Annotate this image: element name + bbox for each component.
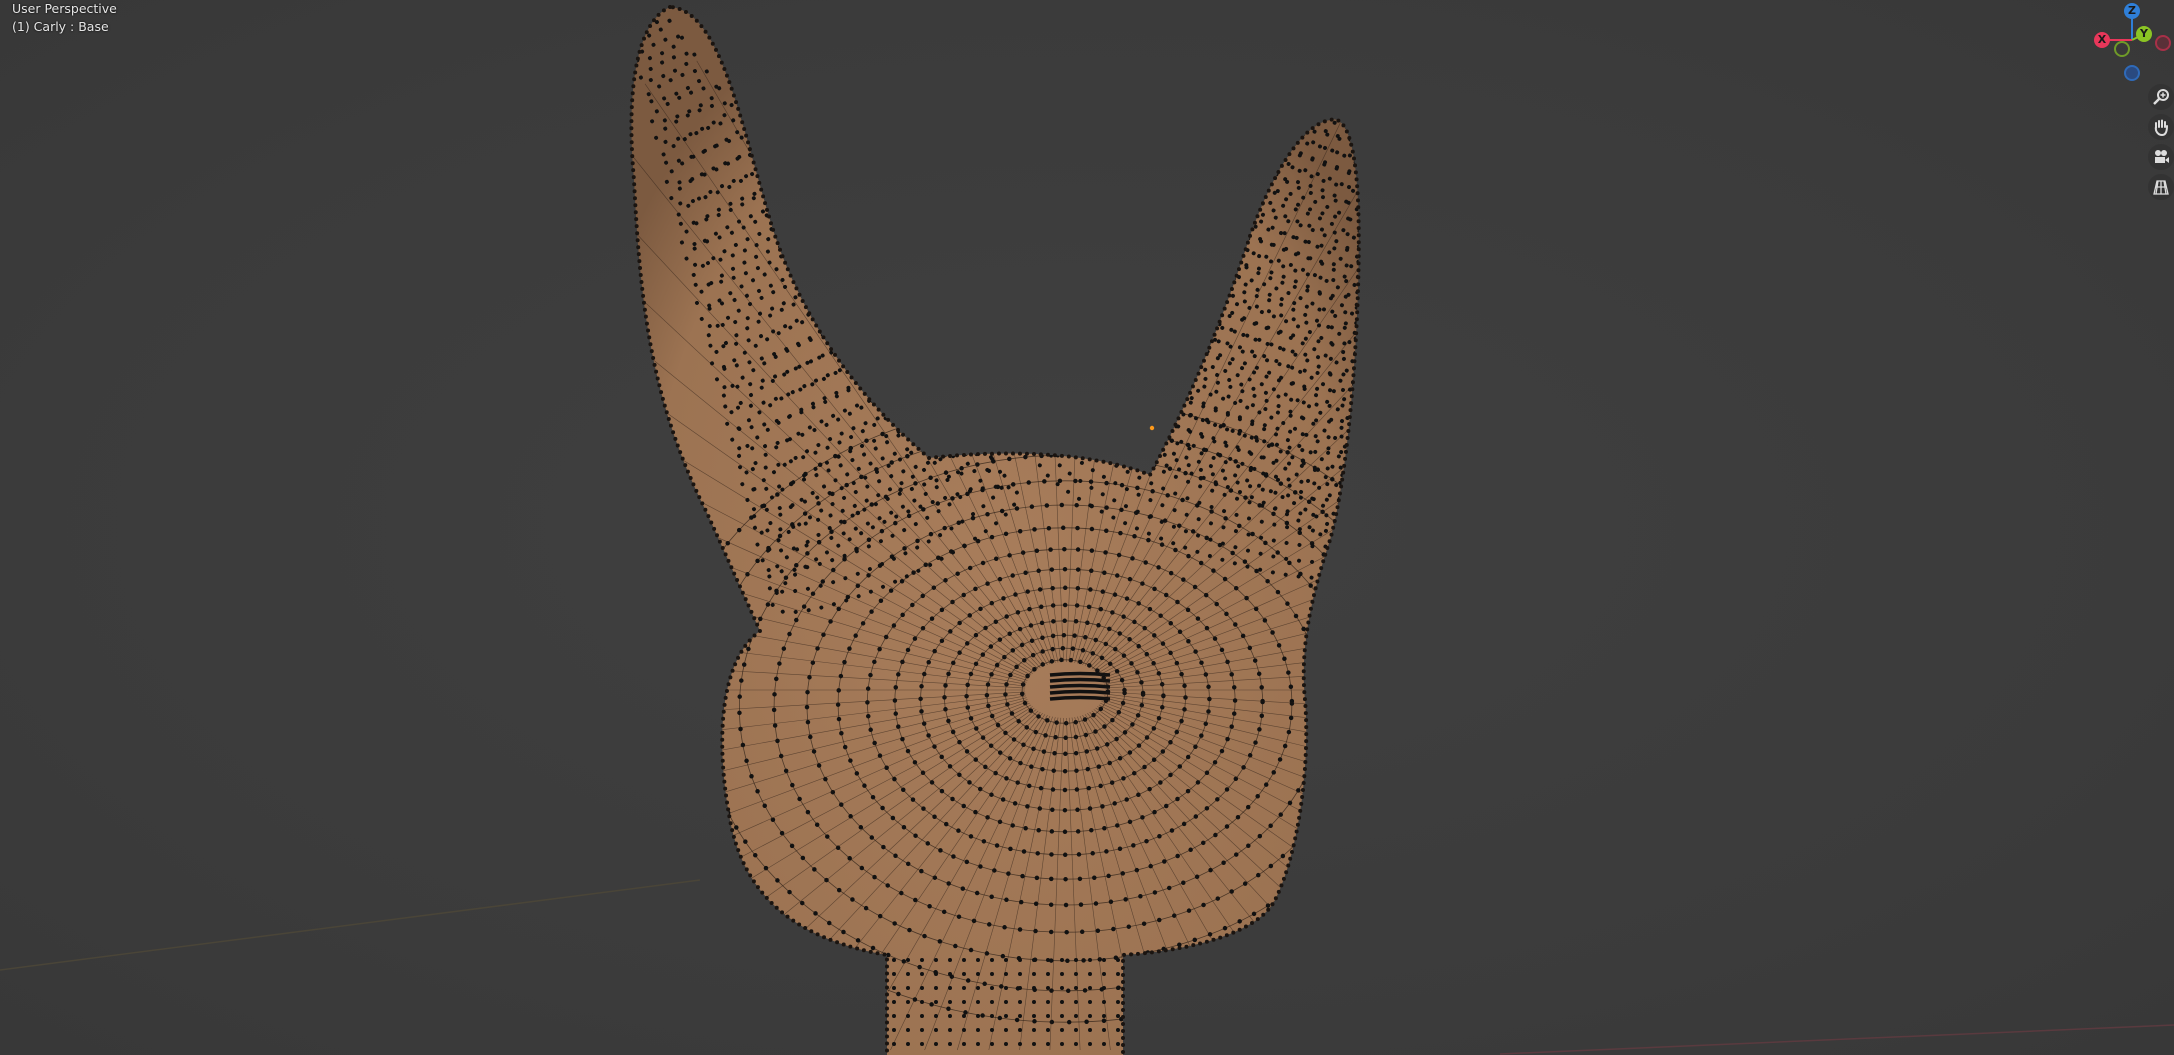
gizmo-z-axis[interactable]: Z bbox=[2124, 3, 2140, 19]
gizmo-x-axis[interactable]: X bbox=[2094, 32, 2110, 48]
eye-slit-loop bbox=[1049, 683, 1111, 689]
object-origin-dot bbox=[1149, 425, 1155, 431]
pan-button[interactable] bbox=[2148, 114, 2174, 140]
3d-viewport[interactable]: User Perspective (1) Carly : Base Z X Y bbox=[0, 0, 2174, 1055]
eye-slit-loop bbox=[1049, 677, 1111, 683]
grid-x-axis-line bbox=[0, 879, 701, 971]
viewport-canvas bbox=[0, 5, 2174, 1055]
grid-y-axis-line bbox=[1499, 1024, 2174, 1055]
gizmo-neg-z-axis[interactable] bbox=[2124, 65, 2140, 81]
view-name-label: User Perspective bbox=[12, 1, 117, 16]
eye-slit-loop bbox=[1049, 695, 1111, 701]
eye-slit-loop bbox=[1049, 689, 1111, 695]
gizmo-neg-x-axis[interactable] bbox=[2155, 35, 2171, 51]
gizmo-neg-y-axis[interactable] bbox=[2114, 41, 2130, 57]
camera-view-button[interactable] bbox=[2148, 144, 2174, 170]
grid-icon bbox=[2153, 180, 2169, 195]
radial-edge bbox=[1091, 169, 1359, 670]
zoom-icon bbox=[2153, 89, 2169, 105]
camera-icon bbox=[2155, 150, 2169, 163]
object-info-label: (1) Carly : Base bbox=[12, 19, 109, 34]
ortho-toggle-button[interactable] bbox=[2148, 174, 2174, 200]
zoom-button[interactable] bbox=[2148, 84, 2174, 110]
gizmo-y-axis[interactable]: Y bbox=[2136, 26, 2152, 42]
hand-icon bbox=[2154, 119, 2168, 136]
